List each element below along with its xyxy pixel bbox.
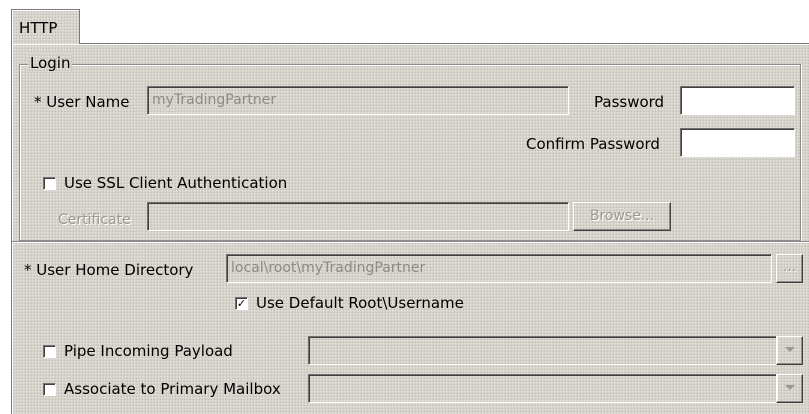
section-divider xyxy=(12,241,809,243)
user-name-label: * User Name xyxy=(34,93,130,111)
use-ssl-label: Use SSL Client Authentication xyxy=(64,174,288,192)
certificate-label: Certificate xyxy=(58,212,131,228)
user-name-field[interactable]: myTradingPartner xyxy=(147,86,569,115)
associate-primary-mailbox-dropdown[interactable] xyxy=(776,374,803,403)
associate-primary-mailbox-select[interactable] xyxy=(308,374,778,403)
pipe-incoming-payload-label: Pipe Incoming Payload xyxy=(64,342,233,360)
use-default-root-label: Use Default Root\Username xyxy=(256,294,464,312)
chevron-down-icon xyxy=(785,347,795,352)
tab-http[interactable]: HTTP xyxy=(11,9,80,44)
user-home-directory-label: * User Home Directory xyxy=(24,261,194,279)
pipe-incoming-payload-checkbox[interactable] xyxy=(43,345,56,358)
password-label: Password xyxy=(594,93,665,111)
certificate-field[interactable] xyxy=(147,202,569,231)
user-home-directory-field[interactable]: local\root\myTradingPartner xyxy=(226,254,772,283)
browse-button[interactable]: Browse... xyxy=(573,202,671,231)
browse-directory-button[interactable]: ... xyxy=(776,254,803,283)
chevron-down-icon xyxy=(785,385,795,390)
tab-http-label: HTTP xyxy=(19,19,58,37)
confirm-password-label: Confirm Password xyxy=(526,135,660,153)
pipe-incoming-payload-select[interactable] xyxy=(308,336,778,365)
associate-primary-mailbox-label: Associate to Primary Mailbox xyxy=(64,380,281,398)
password-field[interactable] xyxy=(680,86,795,115)
associate-primary-mailbox-checkbox[interactable] xyxy=(43,383,56,396)
confirm-password-field[interactable] xyxy=(680,128,795,157)
login-group-legend: Login xyxy=(30,54,71,72)
use-ssl-checkbox[interactable] xyxy=(43,177,56,190)
pipe-incoming-payload-dropdown[interactable] xyxy=(776,336,803,365)
check-mark-icon: ✓ xyxy=(236,297,247,310)
use-default-root-checkbox[interactable]: ✓ xyxy=(235,297,248,310)
